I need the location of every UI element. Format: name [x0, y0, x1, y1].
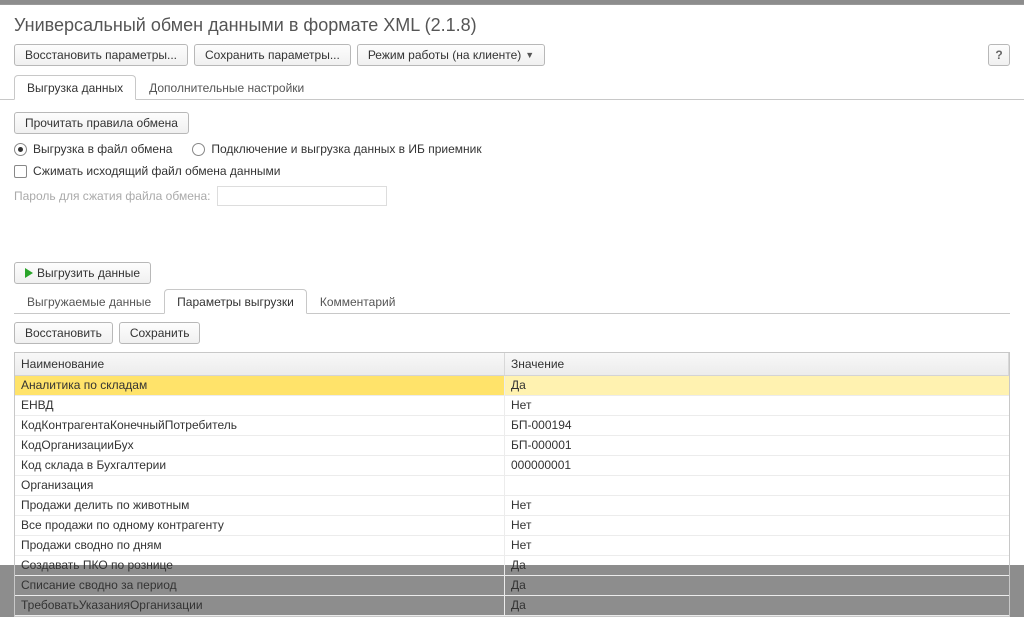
grid-col-value[interactable]: Значение — [505, 353, 1009, 375]
params-restore-button[interactable]: Восстановить — [14, 322, 113, 344]
table-row[interactable]: Продажи делить по животнымНет — [15, 496, 1009, 516]
radio-export-file[interactable] — [14, 143, 27, 156]
param-name-cell: КодКонтрагентаКонечныйПотребитель — [15, 416, 505, 435]
param-name-cell: Продажи делить по животным — [15, 496, 505, 515]
param-value-cell[interactable]: Нет — [505, 396, 1009, 415]
table-row[interactable]: КодОрганизацииБухБП-000001 — [15, 436, 1009, 456]
grid-col-name[interactable]: Наименование — [15, 353, 505, 375]
param-value-cell[interactable]: 000000001 — [505, 456, 1009, 475]
app-window: Универсальный обмен данными в формате XM… — [0, 4, 1024, 565]
table-row[interactable]: ТребоватьУказанияОрганизацииДа — [15, 596, 1009, 616]
table-row[interactable]: Аналитика по складамДа — [15, 376, 1009, 396]
param-name-cell: Списание сводно за период — [15, 576, 505, 595]
table-row[interactable]: Списание сводно за периодДа — [15, 576, 1009, 596]
param-name-cell: Создавать ПКО по рознице — [15, 556, 505, 575]
radio-export-ib[interactable] — [192, 143, 205, 156]
params-grid: Наименование Значение Аналитика по склад… — [14, 352, 1010, 617]
table-row[interactable]: ЕНВДНет — [15, 396, 1009, 416]
help-button[interactable]: ? — [988, 44, 1010, 66]
tab-comment[interactable]: Комментарий — [307, 289, 409, 314]
main-toolbar: Восстановить параметры... Сохранить пара… — [0, 44, 1024, 74]
tab-export-params[interactable]: Параметры выгрузки — [164, 289, 307, 314]
param-value-cell[interactable]: БП-000194 — [505, 416, 1009, 435]
table-row[interactable]: Организация — [15, 476, 1009, 496]
radio-export-file-label: Выгрузка в файл обмена — [33, 142, 172, 156]
param-value-cell[interactable] — [505, 476, 1009, 495]
param-name-cell: ЕНВД — [15, 396, 505, 415]
table-row[interactable]: КодКонтрагентаКонечныйПотребительБП-0001… — [15, 416, 1009, 436]
param-name-cell: Код склада в Бухгалтерии — [15, 456, 505, 475]
param-value-cell[interactable]: Да — [505, 376, 1009, 395]
table-row[interactable]: Продажи сводно по днямНет — [15, 536, 1009, 556]
param-value-cell[interactable]: Нет — [505, 516, 1009, 535]
params-toolbar: Восстановить Сохранить — [14, 314, 1010, 350]
params-save-button[interactable]: Сохранить — [119, 322, 201, 344]
param-name-cell: Продажи сводно по дням — [15, 536, 505, 555]
chevron-down-icon: ▼ — [525, 50, 534, 60]
export-data-label: Выгрузить данные — [37, 266, 140, 280]
param-value-cell[interactable]: БП-000001 — [505, 436, 1009, 455]
checkbox-compress-label: Сжимать исходящий файл обмена данными — [33, 164, 280, 178]
tab-exported-data[interactable]: Выгружаемые данные — [14, 289, 164, 314]
mode-dropdown-label: Режим работы (на клиенте) — [368, 48, 521, 62]
param-value-cell[interactable]: Да — [505, 596, 1009, 615]
export-data-button[interactable]: Выгрузить данные — [14, 262, 151, 284]
grid-header: Наименование Значение — [15, 353, 1009, 376]
password-label: Пароль для сжатия файла обмена: — [14, 189, 211, 203]
param-name-cell: Организация — [15, 476, 505, 495]
table-row[interactable]: Все продажи по одному контрагентуНет — [15, 516, 1009, 536]
save-params-button[interactable]: Сохранить параметры... — [194, 44, 351, 66]
play-icon — [25, 268, 33, 278]
upload-panel: Прочитать правила обмена Выгрузка в файл… — [0, 100, 1024, 617]
restore-params-button[interactable]: Восстановить параметры... — [14, 44, 188, 66]
tab-additional-settings[interactable]: Дополнительные настройки — [136, 75, 317, 100]
param-name-cell: КодОрганизацииБух — [15, 436, 505, 455]
main-tabs: Выгрузка данных Дополнительные настройки — [0, 74, 1024, 100]
param-value-cell[interactable]: Нет — [505, 536, 1009, 555]
radio-export-ib-label: Подключение и выгрузка данных в ИБ прием… — [211, 142, 481, 156]
password-input[interactable] — [217, 186, 387, 206]
inner-tabs: Выгружаемые данные Параметры выгрузки Ко… — [14, 288, 1010, 314]
param-name-cell: Все продажи по одному контрагенту — [15, 516, 505, 535]
table-row[interactable]: Код склада в Бухгалтерии000000001 — [15, 456, 1009, 476]
checkbox-compress[interactable] — [14, 165, 27, 178]
read-rules-button[interactable]: Прочитать правила обмена — [14, 112, 189, 134]
param-name-cell: Аналитика по складам — [15, 376, 505, 395]
param-value-cell[interactable]: Нет — [505, 496, 1009, 515]
tab-upload-data[interactable]: Выгрузка данных — [14, 75, 136, 100]
grid-body: Аналитика по складамДаЕНВДНетКодКонтраге… — [15, 376, 1009, 616]
mode-dropdown-button[interactable]: Режим работы (на клиенте) ▼ — [357, 44, 545, 66]
param-name-cell: ТребоватьУказанияОрганизации — [15, 596, 505, 615]
param-value-cell[interactable]: Да — [505, 556, 1009, 575]
param-value-cell[interactable]: Да — [505, 576, 1009, 595]
window-title: Универсальный обмен данными в формате XM… — [0, 5, 1024, 44]
table-row[interactable]: Создавать ПКО по розницеДа — [15, 556, 1009, 576]
